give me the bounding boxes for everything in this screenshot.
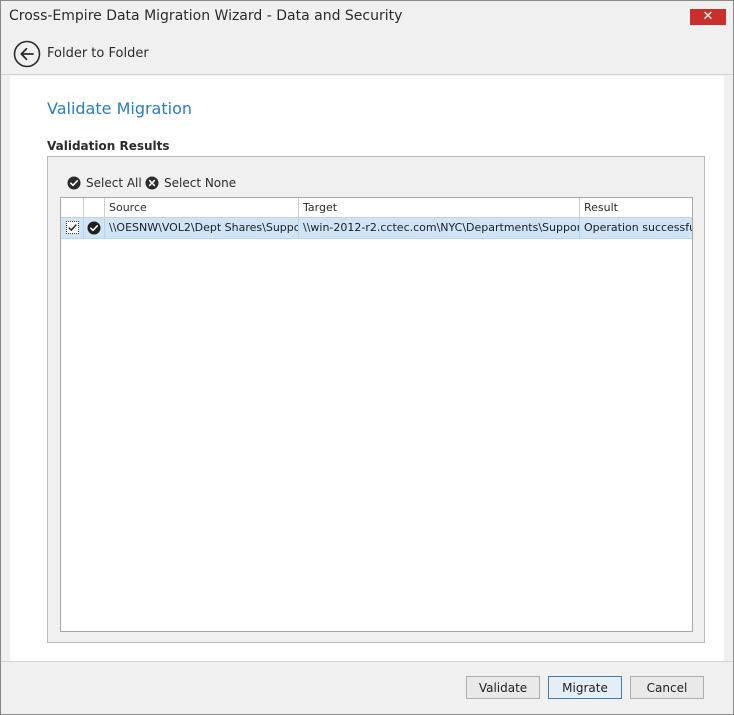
header-checkbox-column xyxy=(61,198,84,218)
table-row[interactable]: \\OESNW\VOL2\Dept Shares\Support \\win-2… xyxy=(61,218,692,239)
row-result: Operation successful. xyxy=(584,221,692,234)
back-label[interactable]: Folder to Folder xyxy=(47,46,149,61)
back-button[interactable] xyxy=(13,40,41,68)
header-target[interactable]: Target xyxy=(299,198,580,218)
close-icon: ✕ xyxy=(702,9,714,24)
window-title: Cross-Empire Data Migration Wizard - Dat… xyxy=(9,8,403,24)
row-target: \\win-2012-r2.cctec.com\NYC\Departments\… xyxy=(299,218,580,238)
select-none-button[interactable]: Select None xyxy=(145,175,236,191)
row-status-cell xyxy=(84,218,105,238)
back-arrow-icon xyxy=(13,40,41,68)
row-source: \\OESNW\VOL2\Dept Shares\Support xyxy=(105,218,299,238)
results-grid: Source Target Result \\OESNW\VOL2\Dept S… xyxy=(60,197,693,632)
select-none-label: Select None xyxy=(164,176,237,190)
navigation-bar: Folder to Folder xyxy=(1,33,733,75)
section-label: Validation Results xyxy=(47,139,170,153)
validation-results-box: Select All Select None Source Target Res… xyxy=(47,156,705,643)
grid-header: Source Target Result xyxy=(61,198,692,218)
header-result[interactable]: Result xyxy=(580,198,692,218)
cancel-button[interactable]: Cancel xyxy=(630,676,704,699)
check-circle-icon xyxy=(87,221,101,235)
close-button[interactable]: ✕ xyxy=(690,9,726,25)
page-title: Validate Migration xyxy=(47,99,192,118)
title-bar: Cross-Empire Data Migration Wizard - Dat… xyxy=(1,1,733,33)
migrate-button[interactable]: Migrate xyxy=(548,676,622,699)
footer-bar: Validate Migrate Cancel xyxy=(1,661,733,714)
select-all-label: Select All xyxy=(86,176,142,190)
header-status-column xyxy=(84,198,105,218)
header-source[interactable]: Source xyxy=(105,198,299,218)
select-all-button[interactable]: Select All xyxy=(67,175,142,191)
row-checkbox[interactable] xyxy=(66,221,79,234)
validate-button[interactable]: Validate xyxy=(466,676,540,699)
row-checkbox-cell[interactable] xyxy=(61,218,84,238)
content-panel: Validate Migration Validation Results Se… xyxy=(10,76,724,661)
wizard-window: Cross-Empire Data Migration Wizard - Dat… xyxy=(0,0,734,715)
checkmark-icon xyxy=(68,224,77,232)
check-circle-icon xyxy=(67,176,81,190)
x-circle-icon xyxy=(145,176,159,190)
